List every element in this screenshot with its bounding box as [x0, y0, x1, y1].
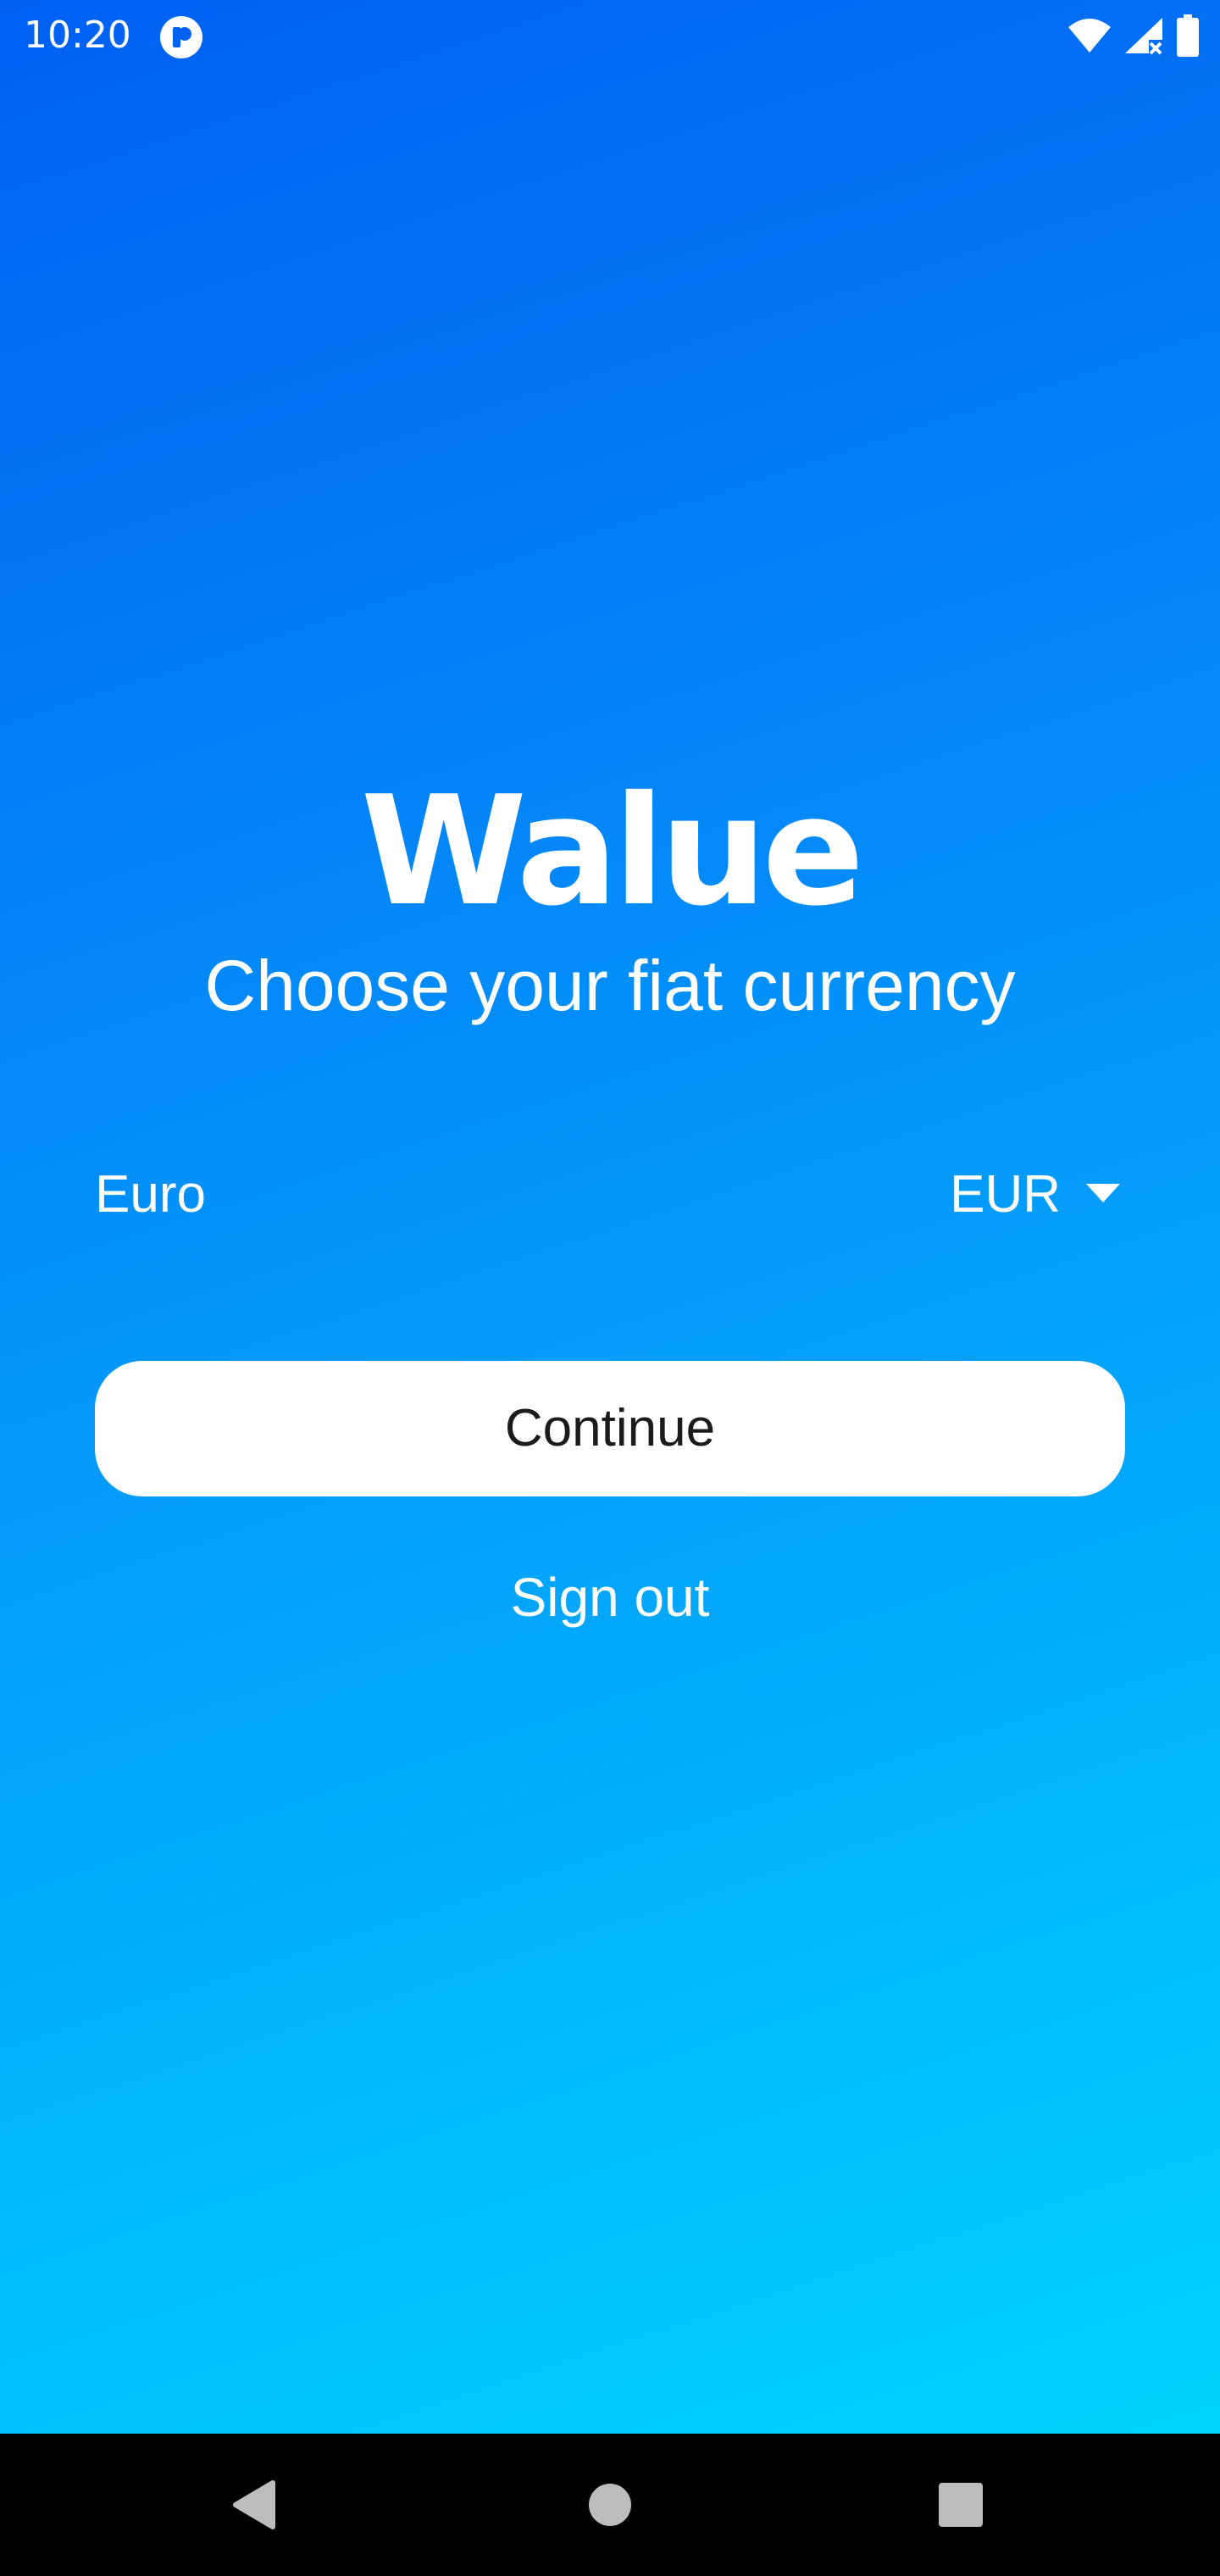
sign-out-link[interactable]: Sign out [441, 1559, 779, 1635]
cellular-no-signal-icon [1123, 16, 1164, 58]
wifi-icon [1068, 17, 1112, 58]
app-logo: Walue [360, 763, 865, 939]
home-icon[interactable] [568, 2462, 652, 2547]
currency-code-value: EUR [950, 1165, 1061, 1224]
recents-icon[interactable] [918, 2462, 1003, 2547]
battery-icon [1176, 14, 1200, 60]
status-bar: 10:20 [0, 0, 1220, 71]
circle-app-icon [159, 15, 203, 59]
currency-row: Euro EUR [95, 1152, 1120, 1237]
screen: 10:20 Walue Choose your fiat currency Eu… [0, 0, 1220, 2576]
dropdown-arrow-icon [1086, 1184, 1120, 1206]
navigation-bar [0, 2434, 1220, 2576]
back-icon[interactable] [212, 2462, 297, 2547]
currency-name-label: Euro [95, 1165, 206, 1224]
status-icons [1068, 14, 1200, 60]
currency-dropdown[interactable]: EUR [950, 1152, 1120, 1237]
status-time: 10:20 [24, 14, 131, 57]
page-title: Choose your fiat currency [204, 946, 1016, 1025]
continue-button[interactable]: Continue [95, 1361, 1125, 1496]
